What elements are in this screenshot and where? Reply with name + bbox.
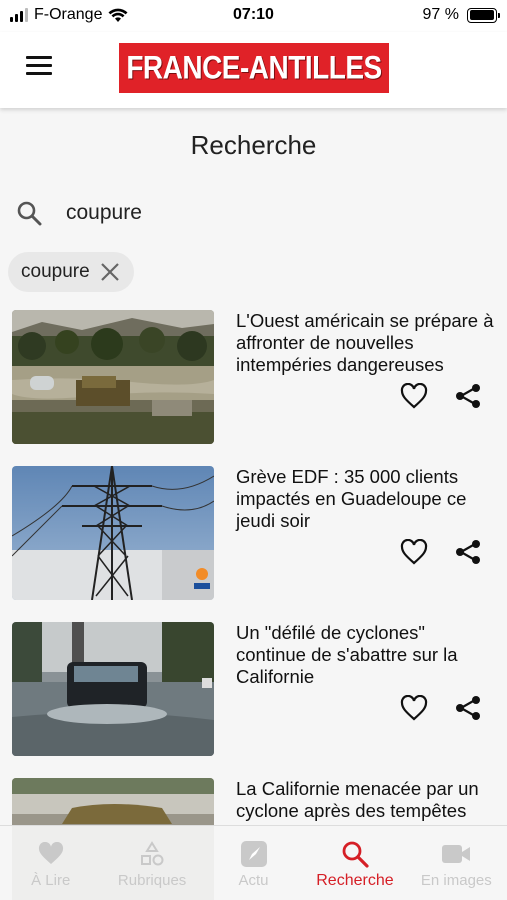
tab-label: Actu bbox=[238, 872, 269, 889]
article-actions bbox=[400, 694, 482, 722]
search-icon[interactable] bbox=[14, 198, 44, 228]
page-title: Recherche bbox=[190, 130, 317, 160]
tab-rubriques[interactable]: Rubriques bbox=[101, 826, 202, 900]
tab-actu[interactable]: Actu bbox=[203, 826, 304, 900]
tab-label: À Lire bbox=[31, 872, 71, 889]
heart-icon bbox=[38, 840, 64, 868]
tab-recherche[interactable]: Recherche bbox=[304, 826, 405, 900]
share-icon[interactable] bbox=[454, 538, 482, 566]
video-camera-icon bbox=[441, 840, 471, 868]
shapes-icon bbox=[139, 840, 165, 868]
article-title[interactable]: L'Ouest américain se prépare à affronter… bbox=[236, 310, 498, 376]
app-header: FRANCE-ANTILLES bbox=[0, 32, 507, 108]
brand-logo[interactable]: FRANCE-ANTILLES bbox=[119, 43, 389, 93]
article-actions bbox=[400, 538, 482, 566]
status-right: 97 % bbox=[422, 6, 500, 24]
article-card[interactable]: L'Ouest américain se prépare à affronter… bbox=[12, 310, 496, 466]
article-thumbnail[interactable] bbox=[12, 310, 214, 444]
heart-icon[interactable] bbox=[400, 538, 428, 566]
tab-label: En images bbox=[420, 872, 492, 889]
article-thumbnail[interactable] bbox=[12, 466, 214, 600]
article-title[interactable]: Un "défilé de cyclones" continue de s'ab… bbox=[236, 622, 498, 688]
search-input[interactable] bbox=[66, 201, 466, 225]
heart-icon[interactable] bbox=[400, 382, 428, 410]
tab-label: Rubriques bbox=[117, 872, 187, 889]
compass-icon bbox=[240, 840, 268, 868]
article-thumbnail[interactable] bbox=[12, 622, 214, 756]
article-card[interactable]: Grève EDF : 35 000 clients impactés en G… bbox=[12, 466, 496, 622]
article-card[interactable]: Un "défilé de cyclones" continue de s'ab… bbox=[12, 622, 496, 778]
search-icon bbox=[341, 840, 369, 868]
search-results-list: L'Ouest américain se prépare à affronter… bbox=[12, 310, 496, 900]
logo-text: FRANCE-ANTILLES bbox=[126, 49, 382, 86]
share-icon[interactable] bbox=[454, 382, 482, 410]
search-term-chip[interactable]: coupure bbox=[8, 252, 134, 292]
battery-icon bbox=[467, 7, 500, 23]
article-actions bbox=[400, 382, 482, 410]
share-icon[interactable] bbox=[454, 694, 482, 722]
tab-label: Recherche bbox=[316, 872, 394, 889]
status-bar: F-Orange 07:10 97 % bbox=[0, 0, 507, 32]
chip-label: coupure bbox=[21, 261, 90, 282]
menu-icon[interactable] bbox=[26, 56, 52, 76]
battery-percent: 97 % bbox=[422, 6, 459, 23]
article-title[interactable]: Grève EDF : 35 000 clients impactés en G… bbox=[236, 466, 498, 532]
close-icon[interactable] bbox=[98, 260, 122, 284]
bottom-tab-bar: À Lire Rubriques Actu Recherche En image… bbox=[0, 825, 507, 900]
article-title[interactable]: La Californie menacée par un cyclone apr… bbox=[236, 778, 498, 822]
tab-en-images[interactable]: En images bbox=[406, 826, 507, 900]
tab-a-lire[interactable]: À Lire bbox=[0, 826, 101, 900]
search-bar bbox=[14, 195, 494, 231]
heart-icon[interactable] bbox=[400, 694, 428, 722]
